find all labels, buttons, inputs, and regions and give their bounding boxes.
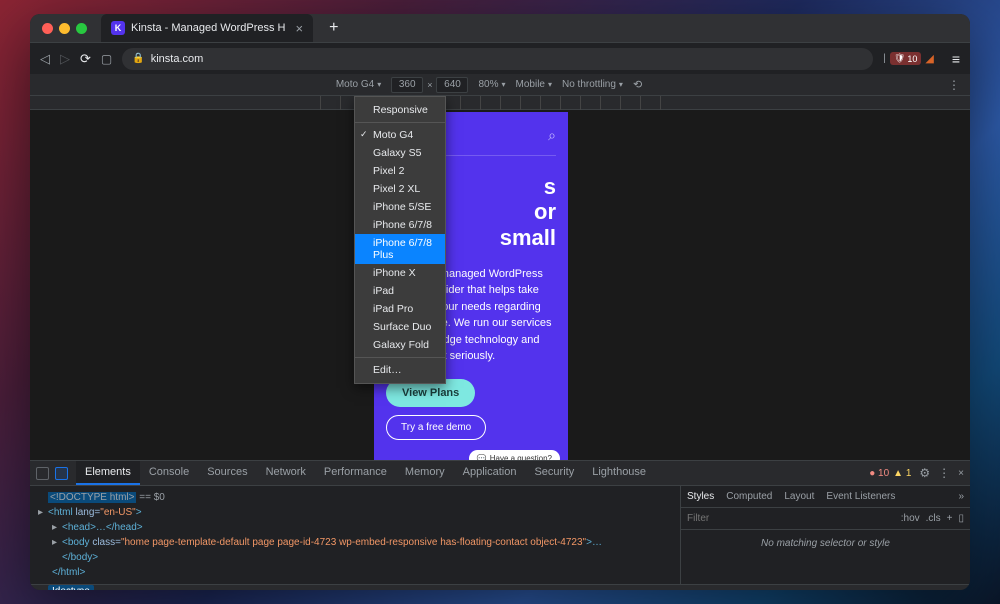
tab-title: Kinsta - Managed WordPress H	[131, 22, 285, 34]
back-button[interactable]: ◁	[40, 51, 50, 67]
devtools-tab[interactable]: Memory	[396, 461, 454, 485]
ruler	[30, 96, 970, 110]
dropdown-item[interactable]: iPhone 6/7/8	[355, 216, 445, 234]
styles-tab[interactable]: Event Listeners	[826, 491, 895, 502]
dropdown-item[interactable]: iPhone X	[355, 264, 445, 282]
close-devtools-icon[interactable]: ×	[958, 468, 964, 479]
search-icon[interactable]: ⌕	[548, 127, 556, 144]
device-type-dropdown[interactable]: Mobile	[516, 79, 552, 90]
devtools-tab[interactable]: Security	[525, 461, 583, 485]
close-tab-icon[interactable]: ×	[295, 21, 303, 36]
styles-tab[interactable]: Styles	[687, 491, 714, 502]
dropdown-item[interactable]: Moto G4	[355, 126, 445, 144]
dropdown-item[interactable]: iPhone 5/SE	[355, 198, 445, 216]
styles-tab[interactable]: Computed	[726, 491, 772, 502]
hov-toggle[interactable]: :hov	[901, 513, 920, 524]
bookmark-icon[interactable]: ▢	[101, 52, 112, 66]
devtools-tab[interactable]: Network	[257, 461, 315, 485]
settings-icon[interactable]: ⚙	[919, 466, 930, 480]
dropdown-item[interactable]: iPad	[355, 282, 445, 300]
shields[interactable]: | 🛡10 ◢	[883, 52, 934, 65]
dropdown-item[interactable]: Galaxy S5	[355, 144, 445, 162]
cls-toggle[interactable]: .cls	[926, 513, 941, 524]
width-input[interactable]	[391, 77, 423, 93]
devtools-tab[interactable]: Lighthouse	[583, 461, 655, 485]
devtools-tab[interactable]: Performance	[315, 461, 396, 485]
question-widget[interactable]: 💬 Have a question?	[469, 450, 560, 460]
favicon: K	[111, 21, 125, 35]
dimension-separator: ×	[427, 80, 432, 90]
styles-tab[interactable]: Layout	[784, 491, 814, 502]
browser-tab[interactable]: K Kinsta - Managed WordPress H ×	[101, 14, 313, 42]
height-input[interactable]	[436, 77, 468, 93]
lock-icon: 🔒	[132, 53, 144, 64]
devtools-menu-icon[interactable]: ⋮	[938, 466, 950, 480]
device-list-dropdown: Responsive Moto G4Galaxy S5Pixel 2Pixel …	[354, 96, 446, 384]
elements-pane[interactable]: <!DOCTYPE html> == $0 ▸<html lang="en-US…	[30, 486, 680, 584]
devtools-tabs: ElementsConsoleSourcesNetworkPerformance…	[30, 461, 970, 486]
devtools-tab[interactable]: Console	[140, 461, 198, 485]
minimize-window-button[interactable]	[59, 23, 70, 34]
dropdown-item[interactable]: Pixel 2 XL	[355, 180, 445, 198]
dropdown-item[interactable]: iPhone 6/7/8 Plus	[355, 234, 445, 264]
url-field[interactable]: 🔒 kinsta.com	[122, 48, 873, 70]
forward-button[interactable]: ▷	[60, 51, 70, 67]
devtools-tab[interactable]: Elements	[76, 461, 140, 485]
url-bar: ◁ ▷ ⟳ ▢ 🔒 kinsta.com | 🛡10 ◢ ≡	[30, 42, 970, 74]
reload-button[interactable]: ⟳	[80, 51, 91, 67]
styles-filter-input[interactable]	[687, 513, 901, 524]
brave-icon: ◢	[925, 52, 933, 65]
device-toolbar: Moto G4 × 80% Mobile No throttling ⟲ ⋮	[30, 74, 970, 96]
error-warning-badge[interactable]: ● 10 ▲ 1	[869, 468, 911, 479]
styles-pane: Styles Computed Layout Event Listeners » :ho…	[680, 486, 970, 584]
shield-badge: 🛡10	[890, 52, 921, 65]
titlebar: K Kinsta - Managed WordPress H × +	[30, 14, 970, 42]
dropdown-item[interactable]: Surface Duo	[355, 318, 445, 336]
breadcrumb-bar[interactable]: … !doctype	[30, 584, 970, 590]
devtools-tab[interactable]: Application	[454, 461, 526, 485]
dimensions: ×	[391, 77, 468, 93]
dropdown-separator	[355, 122, 445, 123]
dropdown-item[interactable]: iPad Pro	[355, 300, 445, 318]
dropdown-item[interactable]: Galaxy Fold	[355, 336, 445, 354]
maximize-window-button[interactable]	[76, 23, 87, 34]
url-text: kinsta.com	[151, 53, 204, 65]
styles-menu-icon[interactable]: ▯	[958, 513, 964, 524]
browser-window: K Kinsta - Managed WordPress H × + ◁ ▷ ⟳…	[30, 14, 970, 590]
zoom-dropdown[interactable]: 80%	[478, 79, 505, 90]
device-mode-icon[interactable]	[55, 467, 68, 480]
rotate-icon[interactable]: ⟲	[633, 78, 642, 91]
more-tabs-icon[interactable]: »	[958, 491, 964, 502]
inspect-icon[interactable]	[36, 467, 49, 480]
no-match-message: No matching selector or style	[681, 530, 970, 584]
dropdown-item-edit[interactable]: Edit…	[355, 361, 445, 379]
new-tab-button[interactable]: +	[329, 19, 338, 37]
more-options-icon[interactable]: ⋮	[948, 78, 960, 92]
throttling-dropdown[interactable]: No throttling	[562, 79, 623, 90]
hamburger-menu-icon[interactable]: ≡	[952, 51, 960, 67]
free-demo-button[interactable]: Try a free demo	[386, 415, 486, 440]
viewport-area: ta ⌕ s or small Kinsta is a managed Word…	[30, 96, 970, 460]
close-window-button[interactable]	[42, 23, 53, 34]
devtools-tab[interactable]: Sources	[198, 461, 256, 485]
dropdown-item-responsive[interactable]: Responsive	[355, 101, 445, 119]
dropdown-item[interactable]: Pixel 2	[355, 162, 445, 180]
devtools-panel: ElementsConsoleSourcesNetworkPerformance…	[30, 460, 970, 590]
dropdown-separator	[355, 357, 445, 358]
add-style-icon[interactable]: +	[947, 513, 953, 524]
device-dropdown[interactable]: Moto G4	[336, 79, 381, 90]
